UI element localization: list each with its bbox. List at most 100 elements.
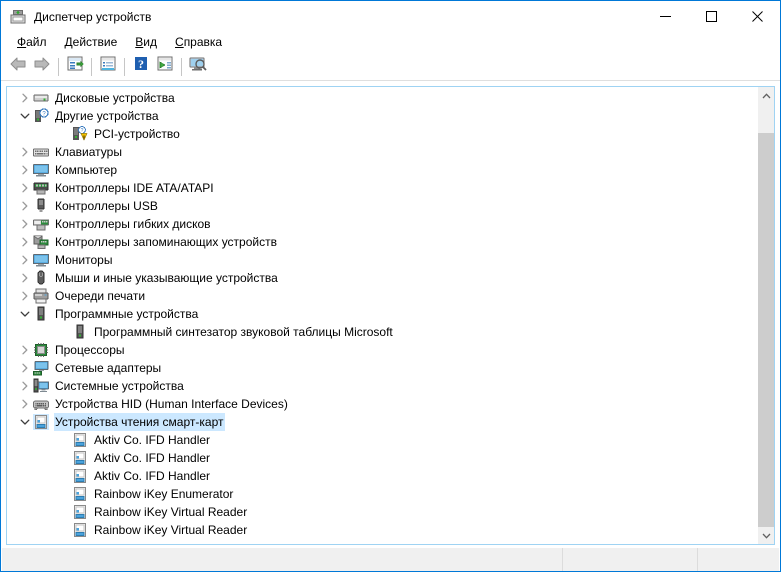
- close-button[interactable]: [734, 1, 780, 32]
- unknown-device-icon: ?: [33, 108, 49, 124]
- tree-item[interactable]: Компьютер: [7, 161, 757, 179]
- chevron-down-icon[interactable]: [17, 414, 33, 430]
- tree-item[interactable]: Программный синтезатор звуковой таблицы …: [7, 323, 757, 341]
- tree-item[interactable]: Устройства чтения смарт-карт: [7, 413, 757, 431]
- chevron-down-icon[interactable]: [17, 108, 33, 124]
- properties-icon: [66, 56, 84, 77]
- tree-item[interactable]: ?PCI-устройство: [7, 125, 757, 143]
- chevron-right-icon[interactable]: [17, 378, 33, 394]
- toolbar-separator: [58, 58, 59, 76]
- toolbar-separator: [181, 58, 182, 76]
- twisty-placeholder: [56, 468, 72, 484]
- tree-item[interactable]: ?Другие устройства: [7, 107, 757, 125]
- tree-item-label: Компьютер: [54, 161, 119, 179]
- menu-accel-file: Ф: [17, 35, 26, 49]
- chevron-right-icon[interactable]: [17, 90, 33, 106]
- tree-item-label: PCI-устройство: [93, 125, 182, 143]
- minimize-button[interactable]: [642, 1, 688, 32]
- tree-item[interactable]: Rainbow iKey Virtual Reader: [7, 521, 757, 539]
- tree-item-label: Устройства HID (Human Interface Devices): [54, 395, 290, 413]
- chevron-right-icon[interactable]: [17, 288, 33, 304]
- device-manager-window: Диспетчер устройств Файл Действие Вид Сп…: [0, 0, 781, 572]
- twisty-placeholder: [56, 432, 72, 448]
- tree-item[interactable]: Мониторы: [7, 251, 757, 269]
- keyboard-icon: [33, 144, 49, 160]
- tree-item-label: Сетевые адаптеры: [54, 359, 163, 377]
- computer-icon: [33, 162, 49, 178]
- ide-controller-icon: [33, 180, 49, 196]
- smartcard-reader-icon: [72, 468, 88, 484]
- tree-item[interactable]: Контроллеры IDE ATA/ATAPI: [7, 179, 757, 197]
- caption-button-group: [642, 1, 780, 32]
- chevron-down-icon[interactable]: [17, 306, 33, 322]
- smartcard-reader-icon: [72, 450, 88, 466]
- scrollbar-track-upper[interactable]: [758, 104, 775, 133]
- menu-item-action[interactable]: Действие: [56, 33, 127, 52]
- menu-item-view[interactable]: Вид: [126, 33, 166, 52]
- tree-item-label: Контроллеры гибких дисков: [54, 215, 213, 233]
- chevron-right-icon[interactable]: [17, 234, 33, 250]
- back-button[interactable]: [6, 55, 30, 79]
- chevron-right-icon[interactable]: [17, 252, 33, 268]
- tree-item[interactable]: Контроллеры USB: [7, 197, 757, 215]
- tree-item[interactable]: Aktiv Co. IFD Handler: [7, 449, 757, 467]
- chevron-right-icon[interactable]: [17, 216, 33, 232]
- chevron-right-icon[interactable]: [17, 396, 33, 412]
- chevron-right-icon[interactable]: [17, 162, 33, 178]
- tree-item-label: Процессоры: [54, 341, 127, 359]
- menu-item-file[interactable]: Файл: [8, 33, 56, 52]
- disk-drive-icon: [33, 90, 49, 106]
- update-driver-button[interactable]: [153, 55, 177, 79]
- scroll-down-button[interactable]: [758, 527, 775, 544]
- maximize-button[interactable]: [688, 1, 734, 32]
- tree-item[interactable]: Системные устройства: [7, 377, 757, 395]
- tree-item[interactable]: Программные устройства: [7, 305, 757, 323]
- tree-item-label: Контроллеры USB: [54, 197, 160, 215]
- show-hide-console-tree-button[interactable]: [96, 55, 120, 79]
- tree-item[interactable]: Очереди печати: [7, 287, 757, 305]
- menu-bar: Файл Действие Вид Справка: [1, 32, 780, 53]
- chevron-right-icon[interactable]: [17, 144, 33, 160]
- scrollbar-thumb[interactable]: [758, 133, 775, 527]
- tree-item[interactable]: Aktiv Co. IFD Handler: [7, 467, 757, 485]
- scroll-up-button[interactable]: [758, 87, 775, 104]
- tree-item[interactable]: Сетевые адаптеры: [7, 359, 757, 377]
- properties-button[interactable]: [63, 55, 87, 79]
- chevron-right-icon[interactable]: [17, 342, 33, 358]
- menu-rest-file: айл: [26, 35, 46, 49]
- hid-icon: [33, 396, 49, 412]
- tree-item-label: Aktiv Co. IFD Handler: [93, 431, 212, 449]
- help-question-icon: ?: [132, 56, 150, 77]
- tree-item[interactable]: Дисковые устройства: [7, 89, 757, 107]
- device-tree-pane[interactable]: Дисковые устройства?Другие устройства?PC…: [6, 86, 775, 545]
- scan-hardware-changes-button[interactable]: [186, 55, 210, 79]
- tree-item[interactable]: Контроллеры запоминающих устройств: [7, 233, 757, 251]
- software-device-icon: [33, 306, 49, 322]
- tree-item[interactable]: Клавиатуры: [7, 143, 757, 161]
- chevron-right-icon[interactable]: [17, 198, 33, 214]
- tree-item[interactable]: Контроллеры гибких дисков: [7, 215, 757, 233]
- vertical-scrollbar[interactable]: [757, 87, 774, 544]
- tree-item[interactable]: Процессоры: [7, 341, 757, 359]
- smartcard-reader-icon: [72, 432, 88, 448]
- twisty-placeholder: [56, 504, 72, 520]
- tree-item[interactable]: Aktiv Co. IFD Handler: [7, 431, 757, 449]
- monitor-icon: [33, 252, 49, 268]
- tree-item[interactable]: Rainbow iKey Enumerator: [7, 485, 757, 503]
- device-tree[interactable]: Дисковые устройства?Другие устройства?PC…: [7, 87, 757, 544]
- chevron-right-icon[interactable]: [17, 360, 33, 376]
- tree-item[interactable]: Устройства HID (Human Interface Devices): [7, 395, 757, 413]
- forward-button[interactable]: [30, 55, 54, 79]
- status-pane-third: [698, 548, 779, 571]
- tree-item-label: Контроллеры IDE ATA/ATAPI: [54, 179, 216, 197]
- menu-rest-action: ействие: [73, 35, 118, 49]
- window-title: Диспетчер устройств: [34, 9, 151, 25]
- chevron-right-icon[interactable]: [17, 270, 33, 286]
- chevron-right-icon[interactable]: [17, 180, 33, 196]
- menu-item-help[interactable]: Справка: [166, 33, 231, 52]
- tree-item[interactable]: Rainbow iKey Virtual Reader: [7, 503, 757, 521]
- title-bar[interactable]: Диспетчер устройств: [1, 1, 780, 32]
- tree-item[interactable]: Мыши и иные указывающие устройства: [7, 269, 757, 287]
- tree-item-label: Aktiv Co. IFD Handler: [93, 467, 212, 485]
- help-button[interactable]: ?: [129, 55, 153, 79]
